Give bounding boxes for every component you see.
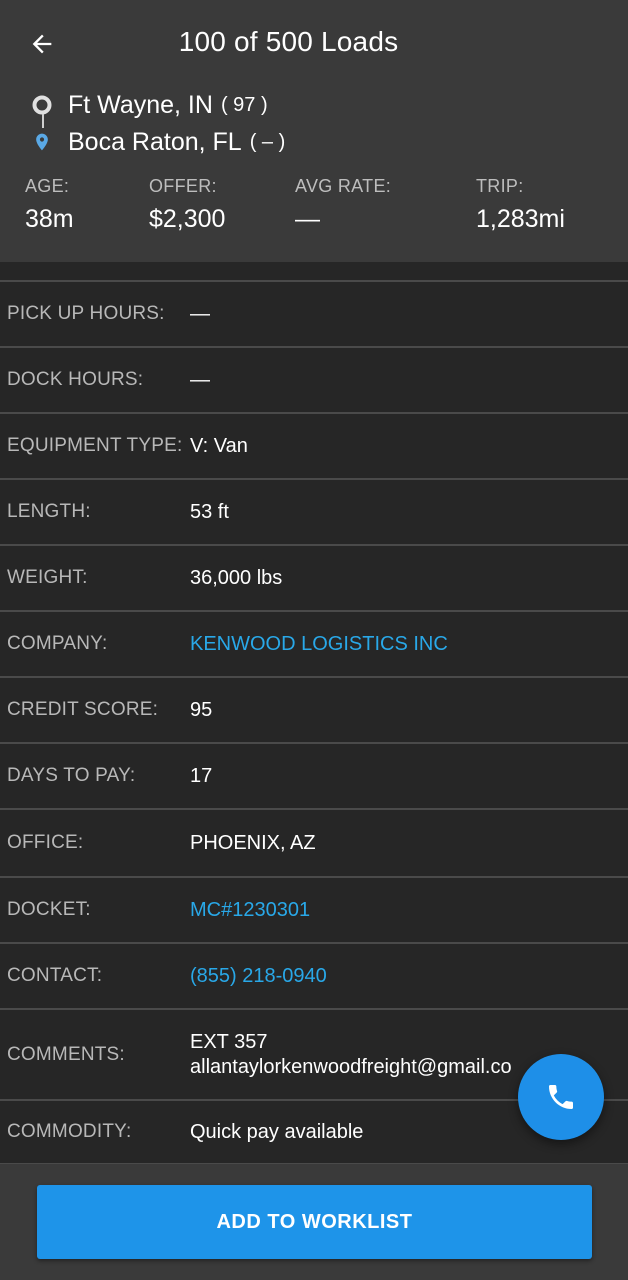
contact-phone-link[interactable]: (855) 218-0940	[190, 964, 327, 989]
detail-label: EQUIPMENT TYPE:	[7, 435, 183, 456]
detail-row-credit-score: CREDIT SCORE: 95	[0, 676, 628, 742]
detail-value: 53 ft	[190, 500, 229, 523]
detail-row-contact: CONTACT: (855) 218-0940	[0, 942, 628, 1008]
detail-value: 17	[190, 764, 213, 787]
comments-line: allantaylorkenwoodfreight@gmail.co	[190, 1055, 512, 1078]
detail-label: WEIGHT:	[7, 567, 88, 588]
stat-label: OFFER:	[149, 176, 217, 196]
detail-label: COMMENTS:	[7, 1043, 125, 1065]
detail-row-pickup-hours: PICK UP HOURS: —	[0, 280, 628, 346]
stat-label: TRIP:	[476, 176, 524, 196]
detail-label: COMMODITY:	[7, 1121, 132, 1142]
detail-row-length: LENGTH: 53 ft	[0, 478, 628, 544]
phone-icon	[549, 1085, 573, 1109]
detail-row-company: COMPANY: KENWOOD LOGISTICS INC	[0, 610, 628, 676]
destination-row: Boca Raton, FL ( – )	[30, 125, 285, 159]
destination-city: Boca Raton, FL	[68, 127, 242, 156]
call-button[interactable]	[518, 1054, 604, 1140]
add-to-worklist-button[interactable]: ADD TO WORKLIST	[37, 1185, 592, 1259]
detail-label: PICK UP HOURS:	[7, 303, 165, 324]
stat-avg-rate: AVG RATE: —	[295, 176, 391, 234]
detail-label: CONTACT:	[7, 965, 103, 986]
detail-label: DAYS TO PAY:	[7, 765, 136, 786]
detail-label: OFFICE:	[7, 832, 84, 853]
stat-label: AVG RATE:	[295, 176, 392, 196]
header: 100 of 500 Loads Ft Wayne, IN ( 97 ) Boc…	[0, 0, 628, 262]
detail-row-days-to-pay: DAYS TO PAY: 17	[0, 742, 628, 808]
stat-value: 1,283mi	[476, 205, 565, 233]
page-title: 100 of 500 Loads	[178, 26, 399, 57]
detail-label: DOCKET:	[7, 899, 91, 920]
stat-trip: TRIP: 1,283mi	[476, 176, 565, 234]
detail-label: LENGTH:	[7, 501, 91, 522]
comments-line: EXT 357	[190, 1030, 268, 1053]
detail-row-office: OFFICE: PHOENIX, AZ	[0, 808, 628, 876]
detail-value: V: Van	[190, 434, 248, 457]
docket-link[interactable]: MC#1230301	[190, 898, 310, 923]
load-details-list: PICK UP HOURS: — DOCK HOURS: — EQUIPMENT…	[0, 280, 628, 1165]
detail-label: CREDIT SCORE:	[7, 699, 159, 720]
detail-label: DOCK HOURS:	[7, 369, 144, 390]
company-link[interactable]: KENWOOD LOGISTICS INC	[190, 632, 448, 657]
stat-offer: OFFER: $2,300	[149, 176, 225, 234]
stat-value: $2,300	[149, 205, 226, 233]
stat-age: AGE: 38m	[25, 176, 74, 234]
detail-value: 95	[190, 698, 213, 721]
map-pin-icon	[30, 130, 54, 154]
detail-row-dock-hours: DOCK HOURS: —	[0, 346, 628, 412]
stat-value: —	[295, 205, 320, 233]
origin-row: Ft Wayne, IN ( 97 )	[30, 88, 268, 122]
stat-label: AGE:	[25, 176, 70, 196]
origin-deadhead: ( 97 )	[220, 93, 268, 116]
detail-row-equipment-type: EQUIPMENT TYPE: V: Van	[0, 412, 628, 478]
comments-value: EXT 357 allantaylorkenwoodfreight@gmail.…	[190, 1030, 512, 1080]
detail-row-weight: WEIGHT: 36,000 lbs	[0, 544, 628, 610]
destination-deadhead: ( – )	[249, 130, 286, 153]
origin-city: Ft Wayne, IN	[68, 90, 213, 119]
detail-value: Quick pay available	[190, 1120, 364, 1143]
detail-value: —	[190, 302, 210, 325]
detail-row-docket: DOCKET: MC#1230301	[0, 876, 628, 942]
detail-value: —	[190, 368, 210, 391]
detail-label: COMPANY:	[7, 633, 108, 654]
stat-value: 38m	[25, 205, 74, 233]
detail-value: PHOENIX, AZ	[190, 831, 316, 854]
detail-value: 36,000 lbs	[190, 566, 283, 589]
